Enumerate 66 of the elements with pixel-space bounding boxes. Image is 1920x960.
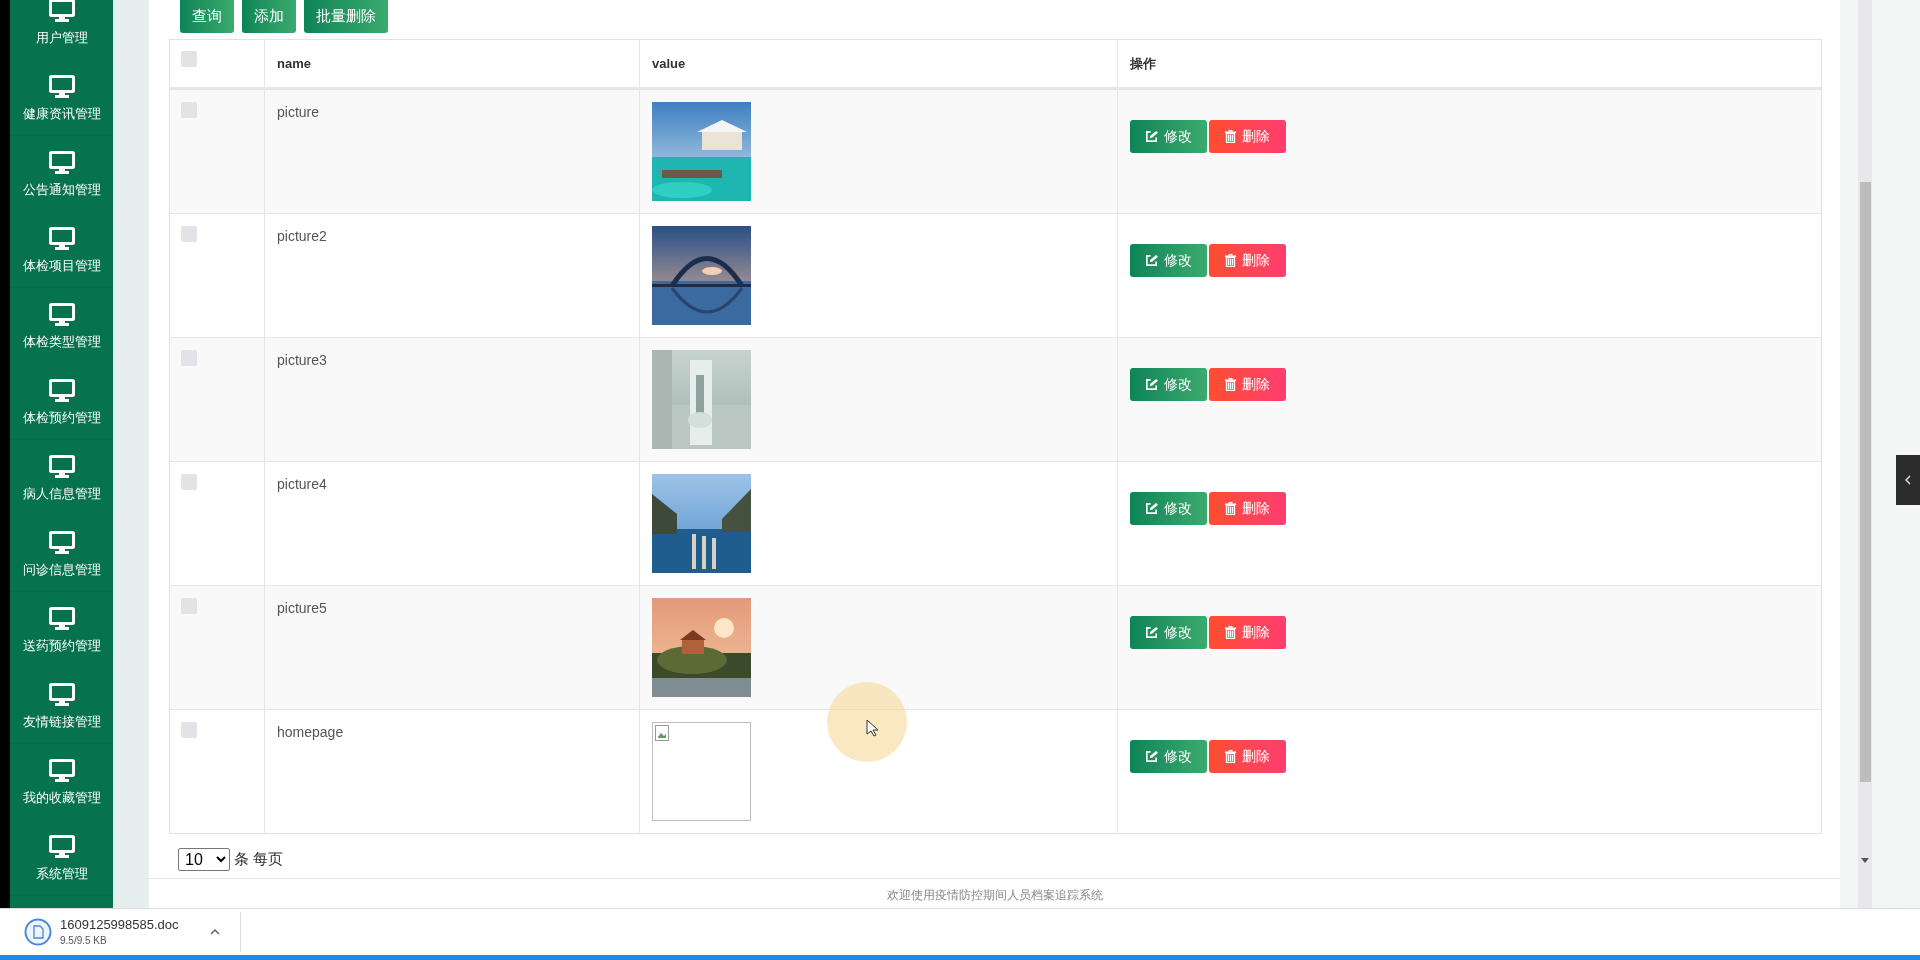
delete-button[interactable]: 删除 — [1209, 244, 1286, 277]
monitor-icon — [48, 683, 75, 707]
collapse-tab[interactable] — [1896, 455, 1920, 505]
edit-button[interactable]: 修改 — [1130, 120, 1207, 153]
monitor-icon — [48, 759, 75, 783]
table-cell: picture4 — [277, 476, 327, 492]
trash-icon — [1225, 130, 1236, 143]
trash-icon — [1225, 626, 1236, 639]
edit-button[interactable]: 修改 — [1130, 616, 1207, 649]
trash-icon — [1225, 254, 1236, 267]
chevron-left-icon — [1905, 475, 1911, 485]
checkbox[interactable] — [181, 51, 197, 67]
monitor-icon — [48, 227, 75, 251]
edit-button[interactable]: 修改 — [1130, 492, 1207, 525]
delete-button[interactable]: 删除 — [1209, 616, 1286, 649]
delete-button[interactable]: 删除 — [1209, 368, 1286, 401]
trash-icon — [1225, 378, 1236, 391]
edit-button[interactable]: 修改 — [1130, 368, 1207, 401]
monitor-icon — [48, 835, 75, 859]
edit-icon — [1145, 378, 1158, 391]
edit-icon — [1145, 626, 1158, 639]
scrollbar-thumb[interactable] — [1859, 182, 1871, 782]
column-header: value — [652, 54, 686, 73]
toolbar-button[interactable]: 批量删除 — [304, 0, 388, 33]
table-cell: picture3 — [277, 352, 327, 368]
checkbox[interactable] — [181, 722, 197, 738]
table-cell: picture5 — [277, 600, 327, 616]
edit-button[interactable]: 修改 — [1130, 740, 1207, 773]
edit-icon — [1145, 502, 1158, 515]
edit-button[interactable]: 修改 — [1130, 244, 1207, 277]
trash-icon — [1225, 502, 1236, 515]
download-size: 9.5/9.5 KB — [60, 934, 108, 948]
document-icon — [24, 918, 52, 946]
cursor-icon — [866, 719, 878, 737]
delete-button[interactable]: 删除 — [1209, 120, 1286, 153]
page-size-label: 条 每页 — [234, 849, 284, 870]
table-cell: picture — [277, 104, 320, 120]
trash-icon — [1225, 750, 1236, 763]
table-cell: homepage — [277, 724, 344, 740]
monitor-icon — [48, 0, 75, 23]
monitor-icon — [48, 151, 75, 175]
edit-icon — [1145, 750, 1158, 763]
monitor-icon — [48, 303, 75, 327]
monitor-icon — [48, 455, 75, 479]
scroll-down-icon[interactable] — [1861, 858, 1869, 863]
checkbox[interactable] — [181, 474, 197, 490]
column-header: 操作 — [1130, 54, 1156, 73]
checkbox[interactable] — [181, 226, 197, 242]
delete-button[interactable]: 删除 — [1209, 740, 1286, 773]
scrollbar[interactable] — [1858, 0, 1872, 908]
footer-text: 欢迎使用疫情防控期间人员档案追踪系统 — [886, 888, 1103, 904]
toolbar-button[interactable]: 查询 — [180, 0, 234, 33]
download-file-name[interactable]: 1609125998585.doc — [60, 916, 190, 934]
toolbar-button[interactable]: 添加 — [242, 0, 296, 33]
page-size-select[interactable]: 10 — [178, 848, 230, 871]
monitor-icon — [48, 531, 75, 555]
caret-up-icon[interactable] — [210, 929, 220, 935]
table-cell: picture2 — [277, 228, 327, 244]
edit-icon — [1145, 130, 1158, 143]
delete-button[interactable]: 删除 — [1209, 492, 1286, 525]
column-header: name — [277, 54, 311, 73]
monitor-icon — [48, 379, 75, 403]
edit-icon — [1145, 254, 1158, 267]
broken-image-icon — [655, 725, 669, 741]
monitor-icon — [48, 75, 75, 99]
monitor-icon — [48, 607, 75, 631]
